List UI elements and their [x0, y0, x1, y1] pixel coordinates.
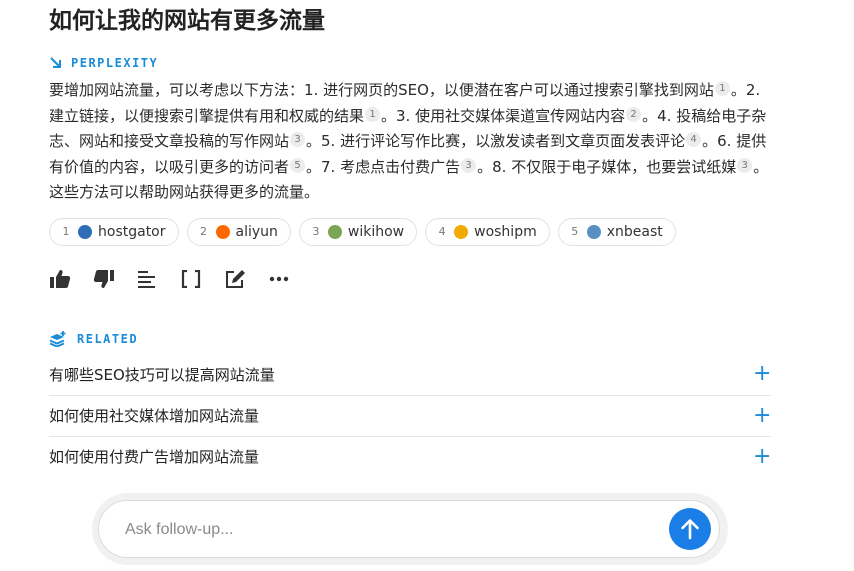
source-number: 5 — [571, 225, 579, 238]
answer-actions — [49, 264, 771, 294]
source-chip-wikihow[interactable]: 3 wikihow — [298, 217, 418, 246]
source-chip-woshipm[interactable]: 4 woshipm — [425, 217, 550, 246]
thumbs-up-button[interactable] — [49, 264, 93, 294]
xnbeast-favicon-icon — [586, 224, 601, 239]
rewrite-button[interactable] — [137, 264, 181, 294]
answer-segment: 。5. 进行评论写作比赛，以激发读者到文章页面发表评论 — [306, 132, 686, 150]
citation-badge[interactable]: 3 — [290, 132, 306, 147]
citation-badge[interactable]: 5 — [290, 157, 306, 173]
source-name: woshipm — [474, 223, 537, 240]
layers-plus-icon — [49, 330, 66, 347]
edit-icon — [226, 269, 245, 288]
source-number: 4 — [438, 225, 446, 238]
citation-badge[interactable]: 3 — [737, 157, 753, 173]
source-header-label: PERPLEXITY — [71, 56, 159, 70]
citation-badge[interactable]: 1 — [714, 81, 730, 96]
answer-segment: 。7. 考虑点击付费广告 — [306, 157, 461, 176]
source-name: wikihow — [347, 223, 405, 240]
citation-badge[interactable]: 2 — [626, 106, 642, 122]
source-name: hostgator — [98, 223, 166, 240]
citation-badge[interactable]: 4 — [686, 132, 702, 147]
source-chip-aliyun[interactable]: 2 aliyun — [186, 217, 291, 246]
source-number: 2 — [200, 225, 207, 238]
related-question: 有哪些SEO技巧可以提高网站流量 — [49, 365, 275, 384]
follow-up-box — [98, 500, 720, 558]
expand-button[interactable] — [181, 264, 225, 294]
plus-icon[interactable]: + — [753, 445, 771, 467]
thumbs-down-icon — [93, 269, 114, 288]
arrow-up-icon — [681, 519, 699, 540]
answer-segment: 。8. 不仅限于电子媒体，也要尝试纸媒 — [477, 157, 737, 176]
aliyun-favicon-icon — [215, 224, 230, 239]
related-question: 如何使用付费广告增加网站流量 — [49, 448, 260, 466]
follow-up-bar — [92, 493, 728, 565]
citation-badge[interactable]: 3 — [461, 157, 477, 173]
arrow-down-right-icon — [50, 57, 61, 68]
related-item[interactable]: 如何使用付费广告增加网站流量 + — [49, 435, 771, 477]
thumbs-down-button[interactable] — [93, 264, 137, 294]
related-item[interactable]: 如何使用社交媒体增加网站流量 + — [49, 394, 771, 436]
source-number: 1 — [62, 225, 70, 238]
follow-up-input[interactable] — [123, 518, 647, 542]
thumbs-up-icon — [50, 269, 71, 288]
related-header-label: RELATED — [77, 331, 139, 346]
page-title: 如何让我的网站有更多流量 — [49, 8, 325, 34]
source-chip-xnbeast[interactable]: 5 xnbeast — [557, 217, 676, 246]
submit-button[interactable] — [669, 508, 711, 550]
citation-badge[interactable]: 1 — [365, 106, 381, 122]
answer-segment: 要增加网站流量，可以考虑以下方法：1. 进行网页的SEO，以便潜在客户可以通过搜… — [49, 81, 714, 99]
plus-icon[interactable]: + — [753, 404, 771, 426]
edit-button[interactable] — [225, 264, 269, 294]
source-number: 3 — [312, 225, 320, 238]
source-chips: 1 hostgator 2 aliyun 3 wikihow 4 woshipm 5 xnbeas… — [49, 217, 771, 246]
source-chip-hostgator[interactable]: 1 hostgator — [49, 217, 179, 246]
source-name: aliyun — [235, 223, 278, 240]
woshipm-favicon-icon — [454, 224, 469, 239]
related-question: 如何使用社交媒体增加网站流量 — [49, 407, 260, 425]
answer-segment: 。3. 使用社交媒体渠道宣传网站内容 — [381, 106, 626, 125]
rewrite-lines-icon — [138, 270, 155, 288]
answer-text: 要增加网站流量，可以考虑以下方法：1. 进行网页的SEO，以便潜在客户可以通过搜… — [49, 78, 771, 206]
more-icon — [269, 276, 289, 281]
source-header: PERPLEXITY — [49, 54, 771, 72]
hostgator-favicon-icon — [78, 224, 92, 239]
related-header: RELATED — [49, 330, 771, 348]
more-button[interactable] — [269, 264, 313, 294]
answer-panel: 如何让我的网站有更多流量 PERPLEXITY 要增加网站流量，可以考虑以下方法… — [49, 0, 771, 477]
plus-icon[interactable]: + — [753, 363, 771, 385]
related-list: 有哪些SEO技巧可以提高网站流量 + 如何使用社交媒体增加网站流量 + 如何使用付费广告… — [49, 354, 771, 477]
related-item[interactable]: 有哪些SEO技巧可以提高网站流量 + — [49, 354, 771, 395]
expand-brackets-icon — [181, 269, 201, 288]
source-name: xnbeast — [606, 223, 663, 240]
wikihow-favicon-icon — [327, 224, 342, 239]
